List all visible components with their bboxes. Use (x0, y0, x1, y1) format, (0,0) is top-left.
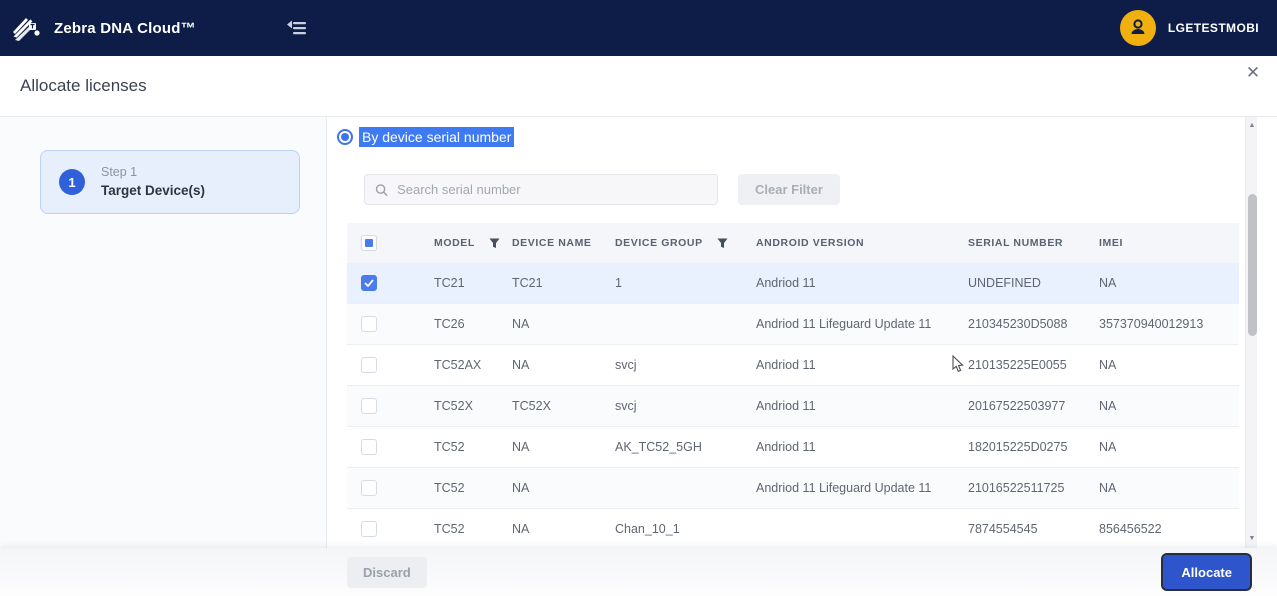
cell-device-name: NA (512, 522, 530, 536)
step-label: Step 1 (101, 165, 138, 180)
search-icon (375, 183, 388, 196)
scrollbar-thumb[interactable] (1247, 194, 1257, 336)
steps-sidebar: 1 Step 1 Target Device(s) (0, 117, 327, 548)
row-checkbox[interactable] (361, 521, 377, 537)
table-row[interactable]: TC52X TC52X svcj Andriod 11 201675225039… (347, 386, 1239, 427)
step-number-badge: 1 (59, 169, 85, 195)
cell-device-group: Chan_10_1 (615, 522, 680, 536)
cell-device-group: svcj (615, 358, 637, 372)
column-device-name[interactable]: DEVICE NAME (504, 237, 600, 249)
cell-serial-number: 210345230D5088 (968, 317, 1068, 331)
serial-number-radio-row: By device serial number (337, 127, 1277, 147)
cell-model: TC52AX (434, 358, 482, 372)
cell-imei: NA (1099, 399, 1117, 413)
devices-table-header: MODEL DEVICE NAME DEVICE GROUP ANDROID V… (347, 223, 1239, 263)
cell-imei: 357370940012913 (1099, 317, 1204, 331)
table-row[interactable]: TC52 NA AK_TC52_5GH Andriod 11 182015225… (347, 427, 1239, 468)
dialog-titlebar: Allocate licenses (0, 56, 1277, 117)
discard-button[interactable]: Discard (347, 557, 427, 588)
column-serial-number[interactable]: SERIAL NUMBER (956, 237, 1087, 249)
cell-device-name: NA (512, 481, 530, 495)
column-device-group[interactable]: DEVICE GROUP (615, 237, 703, 249)
cell-device-group: svcj (615, 399, 637, 413)
cell-model: TC52 (434, 440, 465, 454)
row-checkbox[interactable] (361, 439, 377, 455)
allocate-button[interactable]: Allocate (1163, 555, 1250, 589)
cell-device-group: 1 (615, 276, 622, 290)
row-checkbox[interactable] (361, 357, 377, 373)
table-row[interactable]: TC26 NA Andriod 11 Lifeguard Update 11 2… (347, 304, 1239, 345)
table-row[interactable]: TC52 NA Andriod 11 Lifeguard Update 11 2… (347, 468, 1239, 509)
row-checkbox[interactable] (361, 398, 377, 414)
step-title: Target Device(s) (101, 183, 206, 199)
cell-android-version: Andriod 11 (756, 276, 816, 290)
page-title: Allocate licenses (20, 76, 147, 95)
cell-device-group: AK_TC52_5GH (615, 440, 702, 454)
cell-device-name: NA (512, 440, 530, 454)
column-model[interactable]: MODEL (434, 237, 475, 249)
table-row[interactable]: TC21 TC21 1 Andriod 11 UNDEFINED NA (347, 263, 1239, 304)
cell-device-name: NA (512, 317, 530, 331)
column-imei[interactable]: IMEI (1087, 237, 1239, 249)
scrollbar-down-arrow[interactable]: ▼ (1246, 533, 1258, 545)
by-serial-radio[interactable] (337, 129, 353, 145)
step-1-card[interactable]: 1 Step 1 Target Device(s) (40, 150, 300, 214)
cell-imei: NA (1099, 358, 1117, 372)
row-checkbox[interactable] (361, 316, 377, 332)
cell-serial-number: UNDEFINED (968, 276, 1041, 290)
devices-table: MODEL DEVICE NAME DEVICE GROUP ANDROID V… (347, 223, 1239, 548)
panel-scrollbar[interactable]: ▲ ▼ (1245, 117, 1257, 548)
by-serial-radio-label[interactable]: By device serial number (359, 127, 515, 147)
select-all-checkbox[interactable] (361, 235, 377, 251)
row-checkbox[interactable] (361, 480, 377, 496)
cell-serial-number: 182015225D0275 (968, 440, 1068, 454)
cell-device-name: TC21 (512, 276, 543, 290)
username-label: LGETESTMOBI (1167, 21, 1259, 35)
search-row: Clear Filter (364, 174, 1277, 205)
clear-filter-button[interactable]: Clear Filter (738, 174, 840, 205)
cell-imei: NA (1099, 276, 1117, 290)
search-serial-input[interactable] (397, 182, 707, 197)
cell-serial-number: 20167522503977 (968, 399, 1066, 413)
cell-model: TC26 (434, 317, 465, 331)
cell-model: TC52 (434, 522, 465, 536)
cell-model: TC52X (434, 399, 473, 413)
cell-serial-number: 7874554545 (968, 522, 1038, 536)
target-devices-panel: By device serial number Clear Filter MOD… (327, 117, 1277, 548)
model-filter-icon[interactable] (489, 238, 500, 249)
cell-model: TC21 (434, 276, 465, 290)
cell-android-version: Andriod 11 (756, 399, 816, 413)
cell-model: TC52 (434, 481, 465, 495)
cell-imei: 856456522 (1099, 522, 1162, 536)
collapse-menu-icon[interactable] (286, 19, 308, 37)
brand-name: Zebra DNA Cloud™ (54, 19, 196, 37)
top-app-bar: Zebra DNA Cloud™ LGETESTMOBI (0, 0, 1277, 56)
cell-serial-number: 21016522511725 (968, 481, 1065, 495)
user-avatar[interactable] (1119, 10, 1156, 46)
cell-android-version: Andriod 11 Lifeguard Update 11 (756, 317, 932, 331)
devices-table-body: TC21 TC21 1 Andriod 11 UNDEFINED NA TC26… (347, 263, 1239, 548)
dialog-footer: Discard Allocate (0, 548, 1277, 596)
cell-imei: NA (1099, 481, 1117, 495)
cell-android-version: Andriod 11 (756, 358, 816, 372)
dialog-body: 1 Step 1 Target Device(s) By device seri… (0, 117, 1277, 548)
cell-serial-number: 210135225E0055 (968, 358, 1067, 372)
column-android-version[interactable]: ANDROID VERSION (744, 237, 956, 249)
device-group-filter-icon[interactable] (717, 238, 728, 249)
table-row[interactable]: TC52AX NA svcj Andriod 11 210135225E0055… (347, 345, 1239, 386)
zebra-logo-icon (13, 18, 40, 41)
search-box[interactable] (364, 174, 718, 205)
cell-device-name: TC52X (512, 399, 551, 413)
close-icon[interactable]: ✕ (1242, 63, 1264, 83)
table-row[interactable]: TC52 NA Chan_10_1 7874554545 856456522 (347, 509, 1239, 548)
cell-android-version: Andriod 11 Lifeguard Update 11 (756, 481, 932, 495)
row-checkbox[interactable] (361, 275, 377, 291)
cell-android-version: Andriod 11 (756, 440, 816, 454)
cell-device-name: NA (512, 358, 530, 372)
cell-imei: NA (1099, 440, 1117, 454)
scrollbar-up-arrow[interactable]: ▲ (1246, 120, 1258, 132)
